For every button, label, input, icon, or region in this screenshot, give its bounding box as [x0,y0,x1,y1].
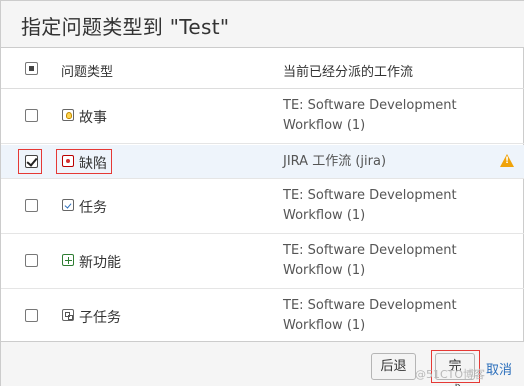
table-row[interactable]: 缺陷 JIRA 工作流 (jira) ! [1,145,524,179]
workflow-line-1: TE: Software Development [283,298,457,313]
row-checkbox-subtask[interactable] [25,309,38,322]
workflow-line-2: Workflow (1) [283,263,366,278]
dialog-footer: 后退 完成 取消 @51CTO博客 [1,341,524,386]
column-header-issue-type: 问题类型 [61,65,114,80]
assign-issue-types-dialog: 指定问题类型到 "Test" 问题类型 当前已经分派的工作流 故事 TE: So… [0,0,524,386]
column-header-workflow: 当前已经分派的工作流 [283,65,414,80]
watermark: @51CTO博客 [415,368,486,381]
table-row[interactable]: 任务 TE: Software Development Workflow (1) [1,180,524,234]
table-row[interactable]: 子任务 TE: Software Development Workflow (1… [1,290,524,341]
new-feature-icon [62,254,74,266]
workflow-line-2: Workflow (1) [283,208,366,223]
issue-type-highlight-box [56,149,112,174]
story-icon [62,109,74,121]
dialog-title: 指定问题类型到 "Test" [21,15,230,39]
issue-type-name: 子任务 [79,310,121,326]
row-checkbox-task[interactable] [25,199,38,212]
dialog-header: 指定问题类型到 "Test" [1,1,524,48]
workflow-name: TE: Software Development Workflow (1) [283,186,483,226]
workflow-line-2: Workflow (1) [283,118,366,133]
row-checkbox-new-feature[interactable] [25,254,38,267]
issue-type-name: 新功能 [79,255,121,271]
back-button[interactable]: 后退 [371,353,416,380]
workflow-name: TE: Software Development Workflow (1) [283,96,483,136]
workflow-line-2: Workflow (1) [283,318,366,333]
cancel-link[interactable]: 取消 [486,359,512,378]
task-icon [62,199,74,211]
table-header: 问题类型 当前已经分派的工作流 [1,49,524,89]
warning-icon: ! [500,154,514,167]
subtask-icon [62,309,74,321]
checkbox-highlight-box [18,149,42,174]
workflow-name: JIRA 工作流 (jira) [283,154,387,169]
select-all-checkbox[interactable] [25,62,38,75]
issue-type-name: 故事 [79,110,107,126]
table-row[interactable]: 新功能 TE: Software Development Workflow (1… [1,235,524,289]
workflow-line-1: TE: Software Development [283,98,457,113]
workflow-name: TE: Software Development Workflow (1) [283,296,483,336]
workflow-line-1: TE: Software Development [283,188,457,203]
row-checkbox-story[interactable] [25,109,38,122]
workflow-name: TE: Software Development Workflow (1) [283,241,483,281]
table-row[interactable]: 故事 TE: Software Development Workflow (1) [1,90,524,144]
workflow-line-1: TE: Software Development [283,243,457,258]
issue-type-name: 任务 [79,200,107,216]
